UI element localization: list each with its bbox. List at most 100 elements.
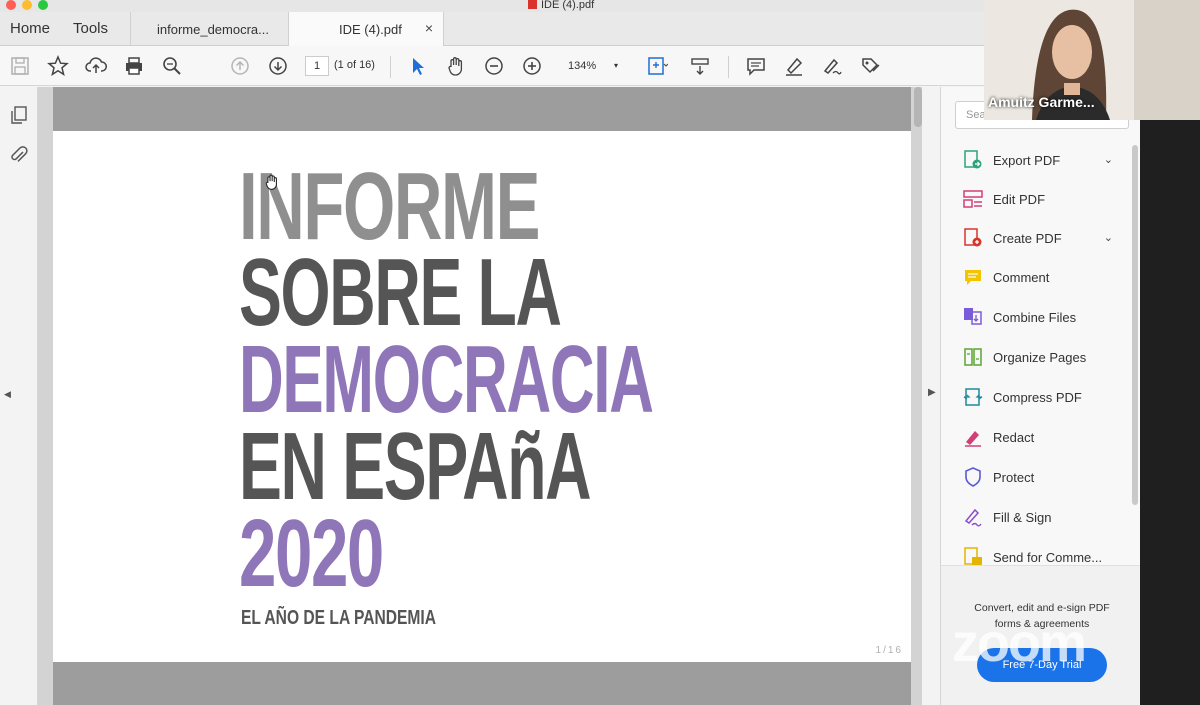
- tool-protect[interactable]: Protect: [963, 463, 1123, 491]
- save-icon: [11, 57, 29, 75]
- window-title: IDE (4).pdf: [528, 0, 594, 11]
- edit-pdf-icon: [963, 190, 983, 208]
- webcam-thumbnail: Amuitz Garme...: [984, 0, 1200, 120]
- scroll-mode-button[interactable]: [688, 54, 712, 78]
- hand-icon: [448, 57, 463, 76]
- tool-fill-sign[interactable]: Fill & Sign: [963, 503, 1123, 531]
- scroll-mode-icon: [691, 58, 709, 75]
- redact-icon: [965, 431, 981, 447]
- previous-page-button[interactable]: [228, 54, 252, 78]
- zoom-in-button[interactable]: [520, 54, 544, 78]
- zoom-level-select[interactable]: 134% ▾: [556, 56, 626, 76]
- tool-create-pdf[interactable]: Create PDF ⌄: [963, 224, 1123, 252]
- compress-pdf-icon: [963, 388, 983, 406]
- vertical-scrollbar[interactable]: [914, 87, 922, 127]
- title-bar: IDE (4).pdf: [0, 0, 984, 12]
- chevron-down-icon[interactable]: ⌄: [1104, 231, 1113, 244]
- tab-bar: Home Tools informe_democra... IDE (4).pd…: [0, 12, 984, 46]
- pdf-page: INFORME SOBRE LA DEMOCRACIA EN ESPAñA 20…: [53, 131, 911, 662]
- chevron-down-icon[interactable]: ⌄: [1104, 153, 1113, 166]
- minimize-window-button[interactable]: [22, 0, 32, 10]
- highlighter-icon: [786, 57, 803, 76]
- send-for-comment-icon: [964, 547, 982, 565]
- cover-year: 2020: [239, 500, 384, 607]
- combine-files-icon: [964, 308, 982, 325]
- tool-comment[interactable]: Comment: [963, 263, 1123, 291]
- paperclip-icon: [11, 146, 28, 162]
- tab-label: IDE (4).pdf: [339, 22, 402, 37]
- speech-bubble-icon: [747, 58, 765, 76]
- pages-icon: [11, 106, 27, 124]
- tab-document-informe[interactable]: informe_democra...: [130, 12, 288, 46]
- tab-label: informe_democra...: [157, 22, 269, 37]
- collapse-left-arrow-icon[interactable]: ◀: [4, 389, 11, 400]
- document-viewer[interactable]: INFORME SOBRE LA DEMOCRACIA EN ESPAñA 20…: [38, 87, 922, 705]
- tool-export-pdf[interactable]: Export PDF ⌄: [963, 146, 1123, 174]
- navigation-rail: ◀: [0, 87, 38, 705]
- tag-pen-icon: [862, 58, 880, 74]
- find-button[interactable]: [160, 54, 184, 78]
- hand-cursor-icon: [265, 174, 277, 190]
- export-pdf-icon: [964, 150, 982, 169]
- bookmark-button[interactable]: [46, 54, 70, 78]
- printer-icon: [126, 57, 142, 75]
- save-button[interactable]: [8, 54, 32, 78]
- close-window-button[interactable]: [6, 0, 16, 10]
- pen-sign-icon: [823, 58, 842, 75]
- page-number-input[interactable]: 1: [305, 56, 329, 76]
- page-gap-bottom: [53, 662, 911, 705]
- print-button[interactable]: [122, 54, 146, 78]
- minus-circle-icon: [485, 57, 503, 75]
- pdf-file-icon: [528, 0, 537, 9]
- cursor-arrow-icon: [413, 58, 424, 75]
- select-tool-button[interactable]: [406, 54, 430, 78]
- close-tab-icon[interactable]: ×: [425, 20, 433, 36]
- tool-organize-pages[interactable]: Organize Pages: [963, 343, 1123, 371]
- tool-compress-pdf[interactable]: Compress PDF: [963, 383, 1123, 411]
- acrobat-window: IDE (4).pdf Home Tools informe_democra..…: [0, 0, 984, 705]
- tab-home[interactable]: Home: [10, 20, 50, 37]
- page-thumbnails-button[interactable]: [7, 103, 31, 127]
- highlight-button[interactable]: [782, 54, 806, 78]
- organize-pages-icon: [964, 348, 982, 366]
- zoom-level-value: 134%: [568, 60, 597, 72]
- comment-button[interactable]: [744, 54, 768, 78]
- attachments-button[interactable]: [7, 143, 31, 167]
- cover-subtitle: EL AÑO DE LA PANDEMIA: [241, 607, 437, 629]
- fit-page-button[interactable]: [642, 54, 672, 78]
- comment-icon: [965, 270, 981, 285]
- magnifier-icon: [163, 57, 181, 75]
- tool-edit-pdf[interactable]: Edit PDF: [963, 185, 1123, 213]
- page-footer-number: 1/16: [875, 645, 903, 656]
- tools-scrollbar[interactable]: [1132, 145, 1138, 505]
- fill-sign-button[interactable]: [858, 54, 882, 78]
- star-icon: [47, 55, 69, 77]
- toolbar-divider: [390, 56, 391, 78]
- screen-share-background: [1140, 120, 1200, 705]
- zoom-watermark: zoom: [952, 613, 1087, 673]
- protect-icon: [965, 467, 981, 487]
- toolbar: 1 (1 of 16) 134% ▾: [0, 46, 984, 86]
- hand-tool-button[interactable]: [444, 54, 468, 78]
- create-pdf-icon: [964, 228, 982, 247]
- chevron-down-icon: ▾: [613, 61, 618, 70]
- page-gap-top: [53, 87, 911, 131]
- upload-button[interactable]: [84, 54, 108, 78]
- next-page-button[interactable]: [266, 54, 290, 78]
- toolbar-divider: [728, 56, 729, 78]
- sign-button[interactable]: [820, 54, 844, 78]
- cloud-upload-icon: [85, 57, 107, 73]
- arrow-down-circle-icon: [269, 57, 287, 75]
- page-count-label: (1 of 16): [334, 59, 375, 71]
- fill-sign-icon: [964, 508, 982, 527]
- arrow-up-circle-icon: [231, 57, 249, 75]
- tool-combine-files[interactable]: Combine Files: [963, 303, 1123, 331]
- maximize-window-button[interactable]: [38, 0, 48, 10]
- plus-circle-icon: [523, 57, 541, 75]
- collapse-right-arrow-icon[interactable]: ▶: [928, 387, 936, 398]
- fit-page-icon: [648, 57, 668, 75]
- tab-tools[interactable]: Tools: [73, 20, 108, 37]
- zoom-out-button[interactable]: [482, 54, 506, 78]
- tab-document-ide[interactable]: IDE (4).pdf ×: [288, 12, 444, 46]
- tool-redact[interactable]: Redact: [963, 423, 1123, 451]
